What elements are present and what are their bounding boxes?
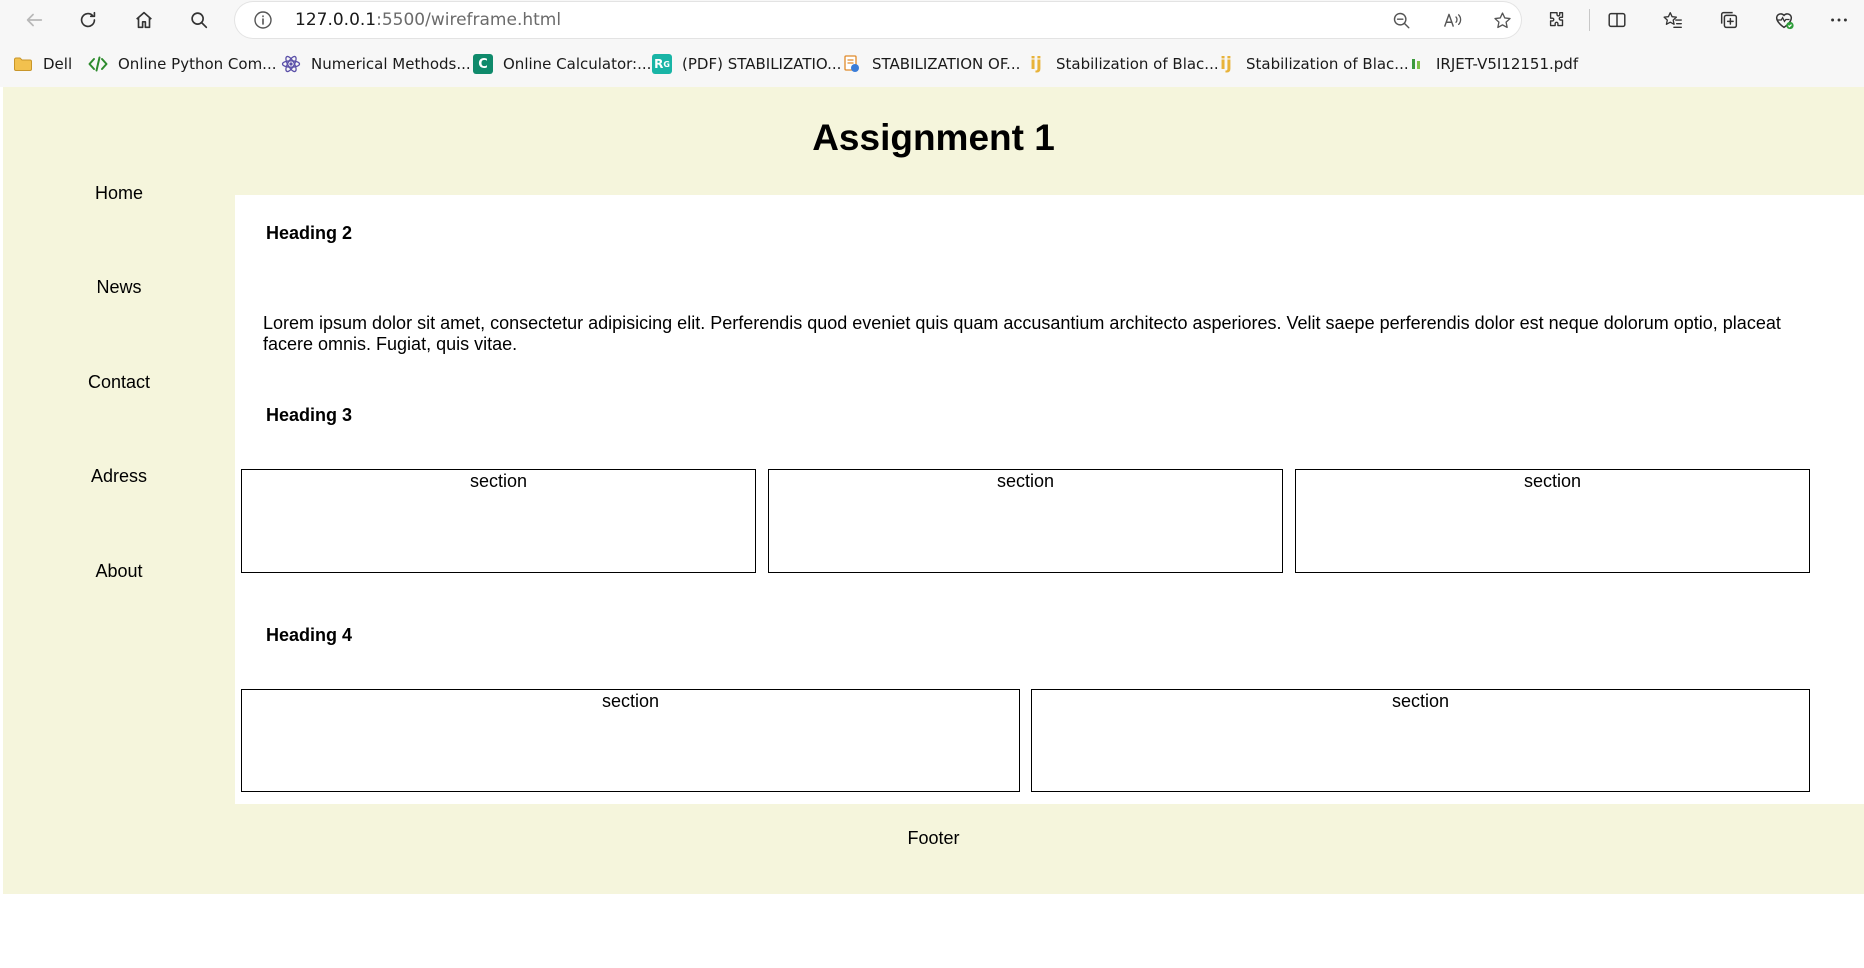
ij-icon: ij	[1220, 54, 1232, 74]
puzzle-icon	[1549, 11, 1564, 27]
nav-about[interactable]: About	[3, 561, 235, 582]
bookmark-dell[interactable]: Dell	[13, 52, 72, 76]
address-bar[interactable]: 127.0.0.1:5500/wireframe.html	[235, 2, 1521, 38]
heart-pulse-icon	[1775, 13, 1794, 30]
researchgate-icon: RG	[652, 54, 672, 74]
bookmark-stabilization-of[interactable]: STABILIZATION OF...	[842, 52, 1020, 76]
footer: Footer	[907, 828, 960, 848]
bookmark-label: Dell	[43, 55, 73, 73]
collections-button[interactable]	[1713, 4, 1745, 36]
extensions-button[interactable]	[1541, 4, 1573, 36]
section-box: section	[241, 469, 756, 573]
bookmark-numerical-methods[interactable]: Numerical Methods...	[281, 52, 471, 76]
url-path: :5500/wireframe.html	[376, 10, 562, 30]
bookmark-irjet-pdf[interactable]: IRJET-V5I12151.pdf	[1406, 52, 1578, 76]
home-button[interactable]	[128, 4, 160, 36]
section-box: section	[1031, 689, 1810, 792]
section-label: section	[1523, 471, 1582, 491]
site-info-icon[interactable]	[253, 10, 273, 30]
bookmark-label: Stabilization of Blac...	[1246, 55, 1409, 73]
toolbar-separator	[1589, 9, 1590, 31]
bookmarks-bar: Dell Online Python Com... Numerical Meth…	[0, 40, 1864, 87]
favorites-list-icon	[1663, 12, 1682, 29]
lorem-paragraph: Lorem ipsum dolor sit amet, consectetur …	[263, 313, 1781, 354]
search-button[interactable]	[183, 4, 215, 36]
bookmark-label: IRJET-V5I12151.pdf	[1436, 55, 1579, 73]
heading-2: Heading 2	[266, 223, 353, 243]
read-aloud-button[interactable]	[1440, 8, 1464, 32]
split-screen-button[interactable]	[1601, 4, 1633, 36]
bookmark-label: Numerical Methods...	[311, 55, 471, 73]
heading-4: Heading 4	[266, 625, 353, 645]
back-arrow-icon	[26, 13, 43, 27]
back-button[interactable]	[18, 4, 50, 36]
nav-adress[interactable]: Adress	[3, 466, 235, 487]
section-box: section	[768, 469, 1283, 573]
bookmark-stabilization-blac-2[interactable]: ij Stabilization of Blac...	[1216, 52, 1409, 76]
more-horizontal-icon	[1831, 18, 1847, 22]
section-label: section	[601, 691, 660, 711]
document-icon	[842, 54, 862, 74]
bookmark-label: Online Calculator:...	[503, 55, 652, 73]
home-icon	[136, 11, 152, 29]
bookmark-label: Online Python Com...	[118, 55, 277, 73]
zoom-out-icon	[1393, 12, 1409, 28]
section-box: section	[241, 689, 1020, 792]
page-viewport: Assignment 1 Home News Contact Adress Ab…	[3, 87, 1864, 968]
section-label: section	[1391, 691, 1450, 711]
favorite-button[interactable]	[1490, 8, 1514, 32]
bookmark-label: STABILIZATION OF...	[872, 55, 1021, 73]
folder-icon	[13, 54, 33, 74]
read-aloud-icon	[1443, 13, 1461, 27]
collections-icon	[1720, 11, 1738, 29]
calculator-icon: C	[473, 54, 493, 74]
code-icon	[88, 54, 108, 74]
refresh-button[interactable]	[72, 4, 104, 36]
section-label: section	[996, 471, 1055, 491]
more-menu-button[interactable]	[1823, 4, 1855, 36]
atom-icon	[281, 54, 301, 74]
split-screen-icon	[1608, 12, 1626, 28]
bookmark-online-python[interactable]: Online Python Com...	[88, 52, 276, 76]
bookmark-online-calculator[interactable]: C Online Calculator:...	[473, 52, 651, 76]
page-title: Assignment 1	[812, 117, 1055, 158]
nav-news[interactable]: News	[3, 277, 235, 298]
bookmark-pdf-stabilization[interactable]: RG (PDF) STABILIZATIO...	[652, 52, 841, 76]
refresh-icon	[80, 11, 96, 28]
search-icon	[191, 12, 208, 29]
url-host: 127.0.0.1	[295, 10, 377, 30]
section-box: section	[1295, 469, 1810, 573]
bookmark-label: (PDF) STABILIZATIO...	[682, 55, 842, 73]
nav-home[interactable]: Home	[3, 183, 235, 204]
ij-icon: ij	[1030, 54, 1042, 74]
section-label: section	[469, 471, 528, 491]
star-icon	[1493, 11, 1511, 28]
page-body: Assignment 1 Home News Contact Adress Ab…	[3, 87, 1864, 894]
zoom-out-button[interactable]	[1389, 8, 1413, 32]
bookmark-stabilization-blac-1[interactable]: ij Stabilization of Blac...	[1026, 52, 1219, 76]
favorites-button[interactable]	[1657, 4, 1689, 36]
nav-contact[interactable]: Contact	[3, 372, 235, 393]
bookmark-label: Stabilization of Blac...	[1056, 55, 1219, 73]
browser-toolbar: 127.0.0.1:5500/wireframe.html	[0, 0, 1864, 40]
main-content: Heading 2 Lorem ipsum dolor sit amet, co…	[235, 195, 1864, 804]
heading-3: Heading 3	[266, 405, 353, 425]
url-text[interactable]: 127.0.0.1:5500/wireframe.html	[295, 10, 561, 30]
pdf-icon	[1406, 54, 1426, 74]
browser-essentials-button[interactable]	[1768, 4, 1800, 36]
